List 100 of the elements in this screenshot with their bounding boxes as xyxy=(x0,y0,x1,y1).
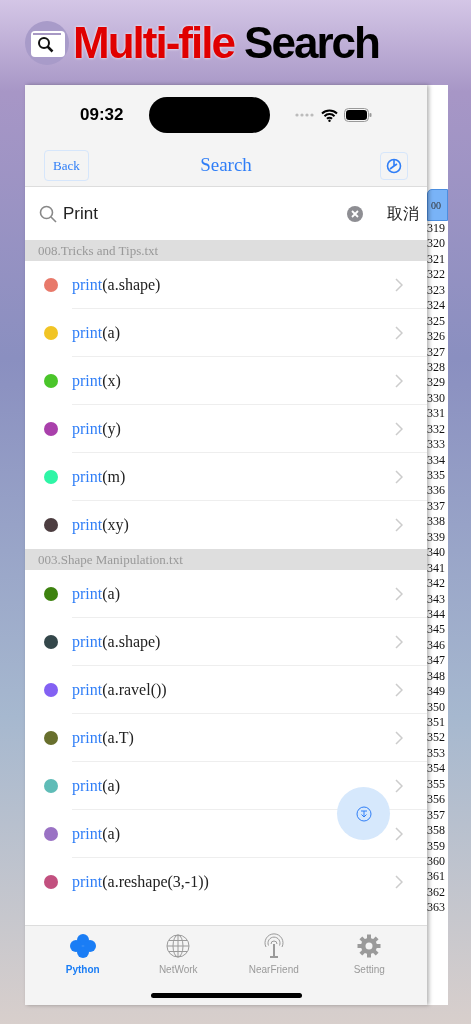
search-icon xyxy=(39,204,57,223)
chevron-icon xyxy=(395,325,403,340)
line-number: 352 xyxy=(427,730,446,746)
line-number: 336 xyxy=(427,483,446,499)
file-tab[interactable]: 00 xyxy=(427,189,448,221)
line-number: 342 xyxy=(427,576,446,592)
line-number: 339 xyxy=(427,529,446,546)
result-row[interactable]: print(x) xyxy=(25,357,427,405)
line-number: 355 xyxy=(427,776,446,793)
line-number: 344 xyxy=(427,606,446,623)
clear-icon[interactable] xyxy=(347,205,363,222)
folder-search-icon xyxy=(25,20,69,65)
line-number: 341 xyxy=(427,560,446,577)
result-row[interactable]: print(m) xyxy=(25,453,427,501)
result-row[interactable]: print(a.reshape(3,-1)) xyxy=(25,858,427,906)
result-text: print(y) xyxy=(72,418,121,440)
clover-icon xyxy=(67,933,98,959)
line-number: 325 xyxy=(427,313,446,330)
line-number: 346 xyxy=(427,637,446,654)
chevron-icon xyxy=(395,421,403,436)
chevron-icon xyxy=(395,469,403,484)
result-row[interactable]: print(a.shape) xyxy=(25,261,427,309)
result-row[interactable]: print(a.T) xyxy=(25,714,427,762)
line-number: 320 xyxy=(427,236,446,252)
settings-button[interactable] xyxy=(380,151,408,180)
result-text: print(a.T) xyxy=(72,727,134,749)
chevron-icon xyxy=(395,730,403,745)
line-number: 321 xyxy=(427,251,446,268)
line-number: 333 xyxy=(427,437,446,453)
line-number: 350 xyxy=(427,699,446,715)
banner-title: Multi-file Search xyxy=(73,20,379,65)
result-text: print(a.ravel()) xyxy=(72,679,167,701)
chevron-icon xyxy=(395,682,403,697)
line-number: 362 xyxy=(427,884,446,901)
line-number: 323 xyxy=(427,282,446,299)
line-number: 335 xyxy=(427,468,446,484)
result-row[interactable]: print(a) xyxy=(25,309,427,357)
result-text: print(a.reshape(3,-1)) xyxy=(72,872,209,893)
chevron-icon xyxy=(395,518,403,532)
status-time: 09:32 xyxy=(80,104,124,127)
line-number: 337 xyxy=(427,498,446,515)
line-number: 356 xyxy=(427,792,446,808)
line-number: 327 xyxy=(427,344,446,360)
result-row[interactable]: print(a) xyxy=(25,762,427,810)
line-number: 353 xyxy=(427,745,446,762)
line-number: 328 xyxy=(427,359,446,376)
result-row[interactable]: print(y) xyxy=(25,405,427,453)
section-header: 008.Tricks and Tips.txt xyxy=(25,240,427,261)
line-number: 345 xyxy=(427,622,446,638)
section-header: 003.Shape Manipulation.txt xyxy=(25,549,427,570)
line-number: 331 xyxy=(427,406,446,422)
result-text: print(a) xyxy=(72,583,120,605)
globe-icon xyxy=(166,934,191,958)
line-number: 347 xyxy=(427,653,446,669)
search-field[interactable]: Print xyxy=(63,200,341,227)
gear-icon xyxy=(357,934,382,958)
line-number: 363 xyxy=(427,900,446,916)
line-number: 329 xyxy=(427,375,446,391)
result-row[interactable]: print(a) xyxy=(25,810,427,858)
settings-icon xyxy=(385,156,403,175)
wifi-icon xyxy=(321,108,338,122)
line-number: 326 xyxy=(427,329,446,345)
result-text: print(a) xyxy=(72,775,120,797)
line-number: 357 xyxy=(427,807,446,824)
result-row[interactable]: print(a.shape) xyxy=(25,618,427,666)
back-button[interactable]: Back xyxy=(44,149,89,182)
line-number: 330 xyxy=(427,390,446,407)
chevron-icon xyxy=(395,826,403,841)
signal-icon xyxy=(295,113,315,117)
page-title: Search xyxy=(200,153,252,178)
line-number: 348 xyxy=(427,668,446,685)
cancel-button[interactable]: 取消 xyxy=(387,201,419,226)
line-number: 338 xyxy=(427,514,446,530)
chevron-icon xyxy=(395,778,403,793)
chevron-icon xyxy=(395,277,403,292)
line-number: 358 xyxy=(427,823,446,839)
line-number: 332 xyxy=(427,421,446,438)
result-text: print(a) xyxy=(72,322,120,344)
line-number: 319 xyxy=(427,221,446,237)
line-number: 359 xyxy=(427,838,446,854)
result-row[interactable]: print(a.ravel()) xyxy=(25,666,427,714)
chevron-icon xyxy=(395,373,403,388)
result-text: print(xy) xyxy=(72,515,129,536)
tab-button[interactable]: Python xyxy=(42,932,123,977)
result-text: print(m) xyxy=(72,466,126,488)
result-row[interactable]: print(a) xyxy=(25,570,427,618)
result-row[interactable]: print(xy) xyxy=(25,501,427,549)
result-text: print(a) xyxy=(72,823,120,845)
line-number: 361 xyxy=(427,869,446,885)
result-text: print(a.shape) xyxy=(72,274,161,296)
result-text: print(a.shape) xyxy=(72,631,161,653)
result-text: print(x) xyxy=(72,370,121,392)
line-number: 351 xyxy=(427,715,446,731)
antenna-icon xyxy=(261,933,286,959)
battery-icon xyxy=(344,108,372,122)
chevron-icon xyxy=(395,875,403,889)
line-number: 349 xyxy=(427,684,446,700)
chevron-icon xyxy=(395,634,403,649)
line-number: 343 xyxy=(427,591,446,607)
line-number: 324 xyxy=(427,298,446,314)
